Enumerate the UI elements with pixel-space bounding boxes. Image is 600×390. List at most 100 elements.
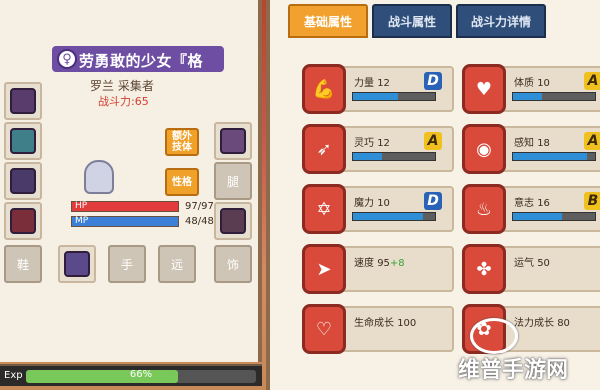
gauntlet-icon [220,128,246,154]
mp-bar: MP [71,216,179,227]
ranged-slot[interactable]: 远 [158,245,196,283]
stat-label: 法力成长 80 [514,314,570,329]
stat-grade-badge: D [424,192,442,210]
stat-grade-badge: D [424,72,442,90]
tab-power-label: 战斗力详情 [470,14,531,29]
mp-label: MP [75,216,89,226]
armor-slot[interactable] [4,202,42,240]
stat-label: 运气 50 [514,254,550,269]
mp-value: 48/48 [185,216,214,227]
star-icon: ✡ [302,184,346,234]
exp-label: Exp [4,370,23,381]
stat-card: ◉ 感知 18 A [462,124,600,174]
tab-basic-label: 基础属性 [303,14,352,29]
watermark-text: 维普手游网 [458,358,569,383]
stat-name: 生命成长 [354,318,394,329]
stat-label: 生命成长 100 [354,314,416,329]
speed-icon: ➤ [302,244,346,294]
character-avatar [84,160,114,194]
tab-combat-attributes[interactable]: 战斗属性 [372,4,452,38]
stat-progress-bar [352,92,436,101]
stat-grade-badge: A [424,132,442,150]
gauntlet-slot[interactable] [214,122,252,160]
stat-name: 运气 [514,258,534,269]
stat-value: 10 [377,198,390,209]
exp-bar: Exp 66% [0,364,262,386]
personality-button[interactable]: 性格 [165,168,199,196]
stat-progress-fill [513,93,542,100]
tab-basic-attributes[interactable]: 基础属性 [288,4,368,38]
necklace-slot[interactable] [4,122,42,160]
boots-slot[interactable] [214,202,252,240]
stat-card: ♥ 体质 10 A [462,64,600,114]
stat-label: 灵巧 12 [354,134,390,149]
eye-icon: ◉ [462,124,506,174]
stat-card: ✡ 魔力 10 D [302,184,454,234]
leg-slot[interactable]: 腿 [214,162,252,200]
stat-card: ✤ 运气 50 [462,244,600,294]
stat-value: 100 [397,318,417,329]
hp-bar-fill [72,202,178,211]
shoes-slot[interactable]: 鞋 [4,245,42,283]
stat-name: 灵巧 [354,138,374,149]
accessory-slot-label: 饰 [226,257,239,272]
exp-track: 66% [26,369,256,383]
stat-progress-bar [352,212,436,221]
stats-panel: 基础属性 战斗属性 战斗力详情 💪 力量 12 D ♥ 体质 10 A ➶ 灵巧 12 A ◉ 感知… [266,0,600,390]
necklace-icon [10,128,36,154]
helmet-slot[interactable] [4,82,42,120]
stat-value: 80 [557,318,570,329]
stat-grade-badge: B [584,192,600,210]
stat-card: ♡ 生命成长 100 [302,304,454,354]
body-icon: ♥ [462,64,506,114]
stat-progress-fill [513,153,587,160]
stat-progress-fill [353,153,382,160]
tab-combat-label: 战斗属性 [387,14,436,29]
exp-percent: 66% [129,369,153,380]
heart-icon: ♡ [302,304,346,354]
boots-icon [220,208,246,234]
stat-grade-badge: A [584,132,600,150]
hp-bar: HP [71,201,179,212]
tab-power-details[interactable]: 战斗力详情 [456,4,546,38]
runner-icon: ➶ [302,124,346,174]
stat-progress-fill [353,93,399,100]
stat-progress-bar [512,92,596,101]
stat-name: 魔力 [354,198,374,209]
cloak-slot[interactable] [4,162,42,200]
accessory-slot[interactable]: 饰 [214,245,252,283]
ranged-slot-label: 远 [170,257,183,272]
stat-progress-fill [513,213,563,220]
hand-slot-label: 手 [120,257,133,272]
stat-value: 12 [377,138,390,149]
stat-label: 意志 16 [514,194,550,209]
stat-label: 魔力 10 [354,194,390,209]
leg-slot-label: 腿 [226,174,239,189]
stat-name: 意志 [514,198,534,209]
stat-name: 力量 [354,78,374,89]
stat-value: 18 [537,138,550,149]
combat-power: 战斗力:65 [98,95,149,108]
stat-value: 16 [537,198,550,209]
stat-grade-badge: A [584,72,600,90]
stat-bonus: +8 [389,258,405,269]
stat-progress-fill [353,213,423,220]
weapon-slot[interactable] [58,245,96,283]
stat-name: 法力成长 [514,318,554,329]
stat-card: ➶ 灵巧 12 A [302,124,454,174]
hand-slot[interactable]: 手 [108,245,146,283]
stat-value: 12 [377,78,390,89]
stat-value: 95 [377,258,390,269]
staff-icon [64,251,90,277]
hp-label: HP [75,201,88,211]
stat-card: 💪 力量 12 D [302,64,454,114]
helmet-icon [10,88,36,114]
hp-value: 97/97 [185,201,214,212]
stat-card: ➤ 速度 95+8 [302,244,454,294]
extra-skill-button[interactable]: 额外 技体 [165,128,199,156]
stat-name: 感知 [514,138,534,149]
personality-label: 性格 [172,176,192,188]
stat-card: ♨ 意志 16 B [462,184,600,234]
watermark-logo [470,318,518,354]
stat-progress-bar [352,152,436,161]
